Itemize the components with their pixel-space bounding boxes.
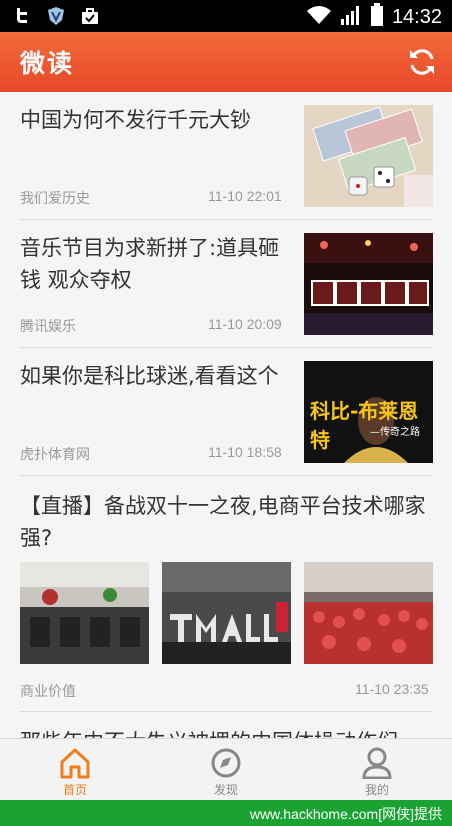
watermark-banner: www.hackhome.com[网侠]提供 bbox=[0, 800, 452, 826]
thumbnail-subcaption: —传奇之路 bbox=[370, 427, 420, 438]
news-thumbnail bbox=[304, 562, 433, 664]
status-time: 14:32 bbox=[391, 5, 442, 28]
news-feed[interactable]: 中国为何不发行千元大钞 我们爱历史 11-10 22:01 音乐节目为求新拼了:… bbox=[0, 92, 452, 738]
news-thumbnail bbox=[304, 105, 433, 207]
news-title: 音乐节目为求新拼了:道具砸钱 观众夺权 bbox=[20, 236, 280, 292]
tab-discover[interactable]: 发现 bbox=[151, 739, 301, 801]
tab-label: 发现 bbox=[213, 783, 238, 797]
bottom-tab-bar: 首页 发现 我的 bbox=[0, 738, 452, 801]
news-source: 商业价值 bbox=[20, 683, 76, 699]
app-bar: 微读 bbox=[0, 32, 452, 92]
tab-me[interactable]: 我的 bbox=[302, 739, 452, 801]
watermark-text: www.hackhome.com[网侠]提供 bbox=[249, 806, 442, 822]
news-thumbnail: 科比-布莱恩特 —传奇之路 bbox=[304, 361, 433, 463]
news-item[interactable]: 中国为何不发行千元大钞 我们爱历史 11-10 22:01 bbox=[20, 92, 433, 220]
news-title: 如果你是科比球迷,看看这个 bbox=[20, 364, 279, 388]
news-time: 11-10 22:01 bbox=[208, 188, 282, 204]
news-time: 11-10 20:09 bbox=[208, 316, 282, 332]
refresh-icon[interactable] bbox=[406, 46, 438, 78]
app-title: 微读 bbox=[20, 49, 75, 78]
battery-icon bbox=[370, 3, 384, 31]
news-title: 【直播】备战双十一之夜,电商平台技术哪家强? bbox=[20, 494, 426, 550]
news-source: 虎扑体育网 bbox=[20, 446, 90, 462]
news-time: 11-10 18:58 bbox=[208, 444, 282, 460]
tab-label: 首页 bbox=[62, 783, 87, 797]
news-title: 中国为何不发行千元大钞 bbox=[20, 108, 251, 132]
shield-icon bbox=[46, 6, 66, 26]
news-item[interactable]: 音乐节目为求新拼了:道具砸钱 观众夺权 腾讯娱乐 11-10 20:09 bbox=[20, 220, 433, 348]
briefcase-icon bbox=[80, 6, 100, 26]
news-time: 11-10 23:35 bbox=[355, 681, 429, 697]
status-bar: 14:32 bbox=[0, 0, 452, 32]
news-thumbnail bbox=[20, 562, 149, 664]
signal-icon bbox=[340, 4, 362, 30]
home-icon bbox=[60, 748, 90, 779]
tab-home[interactable]: 首页 bbox=[0, 739, 150, 801]
news-item[interactable]: 【直播】备战双十一之夜,电商平台技术哪家强? 商业价值 11-10 23:35 bbox=[20, 476, 433, 712]
news-thumbnail bbox=[162, 562, 291, 664]
twitter-icon bbox=[12, 6, 32, 26]
news-source: 腾讯娱乐 bbox=[20, 318, 76, 334]
tab-label: 我的 bbox=[364, 783, 389, 797]
news-thumbnail bbox=[304, 233, 433, 335]
news-item[interactable]: 如果你是科比球迷,看看这个 虎扑体育网 11-10 18:58 科比-布莱恩特 … bbox=[20, 348, 433, 476]
news-item[interactable]: 那些年中不大失义被埋的中国体操动作们 bbox=[20, 712, 433, 738]
news-title: 那些年中不大失义被埋的中国体操动作们 bbox=[20, 726, 433, 738]
news-source: 我们爱历史 bbox=[20, 190, 90, 206]
user-icon bbox=[362, 747, 392, 779]
wifi-icon bbox=[306, 4, 332, 30]
compass-icon bbox=[211, 748, 241, 778]
